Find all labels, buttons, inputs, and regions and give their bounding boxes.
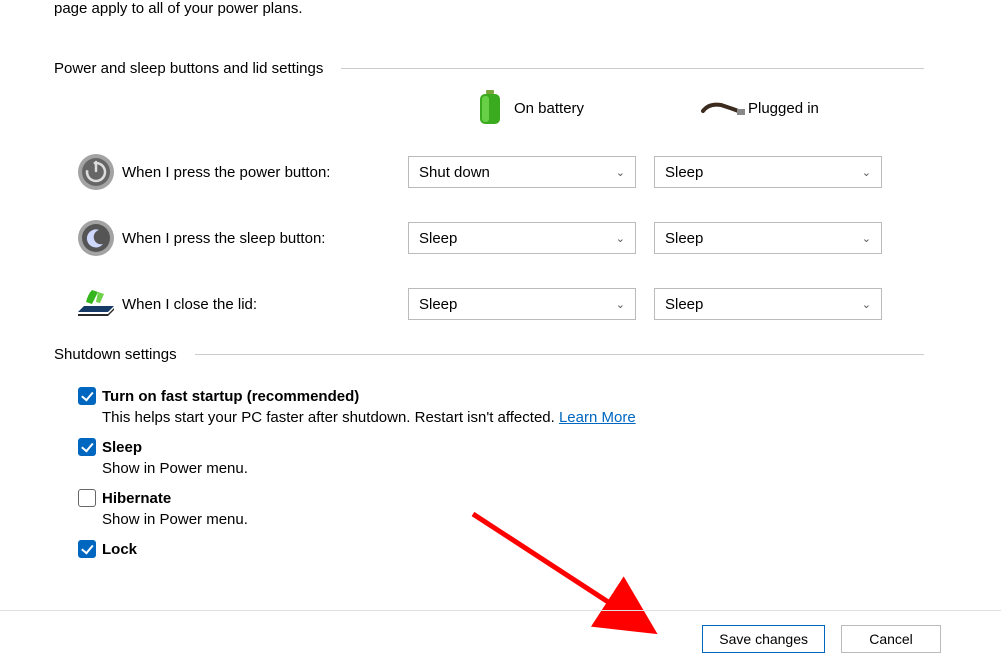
fast-startup-desc: This helps start your PC faster after sh… (102, 409, 636, 426)
battery-icon (466, 86, 514, 130)
select-lid-battery[interactable]: Sleep ⌄ (408, 288, 636, 320)
rule (195, 354, 924, 355)
intro-fragment: page apply to all of your power plans. (54, 0, 904, 17)
shutdown-item-lock: Lock (78, 540, 636, 558)
chevron-down-icon: ⌄ (616, 232, 625, 245)
select-sleep-battery[interactable]: Sleep ⌄ (408, 222, 636, 254)
column-header-battery-label: On battery (514, 100, 584, 117)
section-title-shutdown-text: Shutdown settings (54, 346, 177, 363)
select-power-plugged[interactable]: Sleep ⌄ (654, 156, 882, 188)
chevron-down-icon: ⌄ (862, 232, 871, 245)
select-value: Sleep (665, 230, 862, 247)
chevron-down-icon: ⌄ (616, 298, 625, 311)
section-title-power-text: Power and sleep buttons and lid settings (54, 60, 323, 77)
select-value: Sleep (419, 296, 616, 313)
save-changes-button[interactable]: Save changes (702, 625, 825, 653)
plug-icon (700, 86, 748, 130)
row-power-button: When I press the power button: Shut down… (74, 154, 931, 190)
checkbox-label: Lock (102, 541, 137, 558)
row-lid-label: When I close the lid: (118, 296, 408, 313)
column-header-plugged: Plugged in (700, 86, 819, 130)
close-lid-icon (74, 282, 118, 326)
row-close-lid: When I close the lid: Sleep ⌄ Sleep ⌄ (74, 286, 931, 322)
desc-text: This helps start your PC faster after sh… (102, 409, 559, 426)
row-sleep-button: When I press the sleep button: Sleep ⌄ S… (74, 220, 931, 256)
chevron-down-icon: ⌄ (616, 166, 625, 179)
column-header-battery: On battery (466, 86, 584, 130)
column-header-plugged-label: Plugged in (748, 100, 819, 117)
chevron-down-icon: ⌄ (862, 298, 871, 311)
checkbox-label: Hibernate (102, 490, 171, 507)
sleep-desc: Show in Power menu. (102, 460, 636, 477)
checkbox-lock[interactable] (78, 540, 96, 558)
chevron-down-icon: ⌄ (862, 166, 871, 179)
checkbox-hibernate[interactable] (78, 489, 96, 507)
checkbox-label: Turn on fast startup (recommended) (102, 388, 359, 405)
shutdown-item-sleep: Sleep Show in Power menu. (78, 438, 636, 477)
section-title-shutdown: Shutdown settings (54, 346, 924, 363)
shutdown-item-hibernate: Hibernate Show in Power menu. (78, 489, 636, 528)
checkbox-label: Sleep (102, 439, 142, 456)
select-lid-plugged[interactable]: Sleep ⌄ (654, 288, 882, 320)
shutdown-item-fast-startup: Turn on fast startup (recommended) This … (78, 387, 636, 426)
select-value: Sleep (419, 230, 616, 247)
cancel-button[interactable]: Cancel (841, 625, 941, 653)
learn-more-link[interactable]: Learn More (559, 409, 636, 426)
row-sleep-label: When I press the sleep button: (118, 230, 408, 247)
select-value: Sleep (665, 164, 862, 181)
sleep-button-icon (74, 216, 118, 260)
select-power-battery[interactable]: Shut down ⌄ (408, 156, 636, 188)
section-title-power: Power and sleep buttons and lid settings (54, 60, 924, 77)
rule (341, 68, 924, 69)
power-button-icon (74, 150, 118, 194)
checkbox-sleep[interactable] (78, 438, 96, 456)
dialog-footer: Save changes Cancel (0, 610, 1001, 667)
select-value: Sleep (665, 296, 862, 313)
select-value: Shut down (419, 164, 616, 181)
select-sleep-plugged[interactable]: Sleep ⌄ (654, 222, 882, 254)
hibernate-desc: Show in Power menu. (102, 511, 636, 528)
checkbox-fast-startup[interactable] (78, 387, 96, 405)
row-power-label: When I press the power button: (118, 164, 408, 181)
shutdown-settings-list: Turn on fast startup (recommended) This … (78, 387, 636, 570)
